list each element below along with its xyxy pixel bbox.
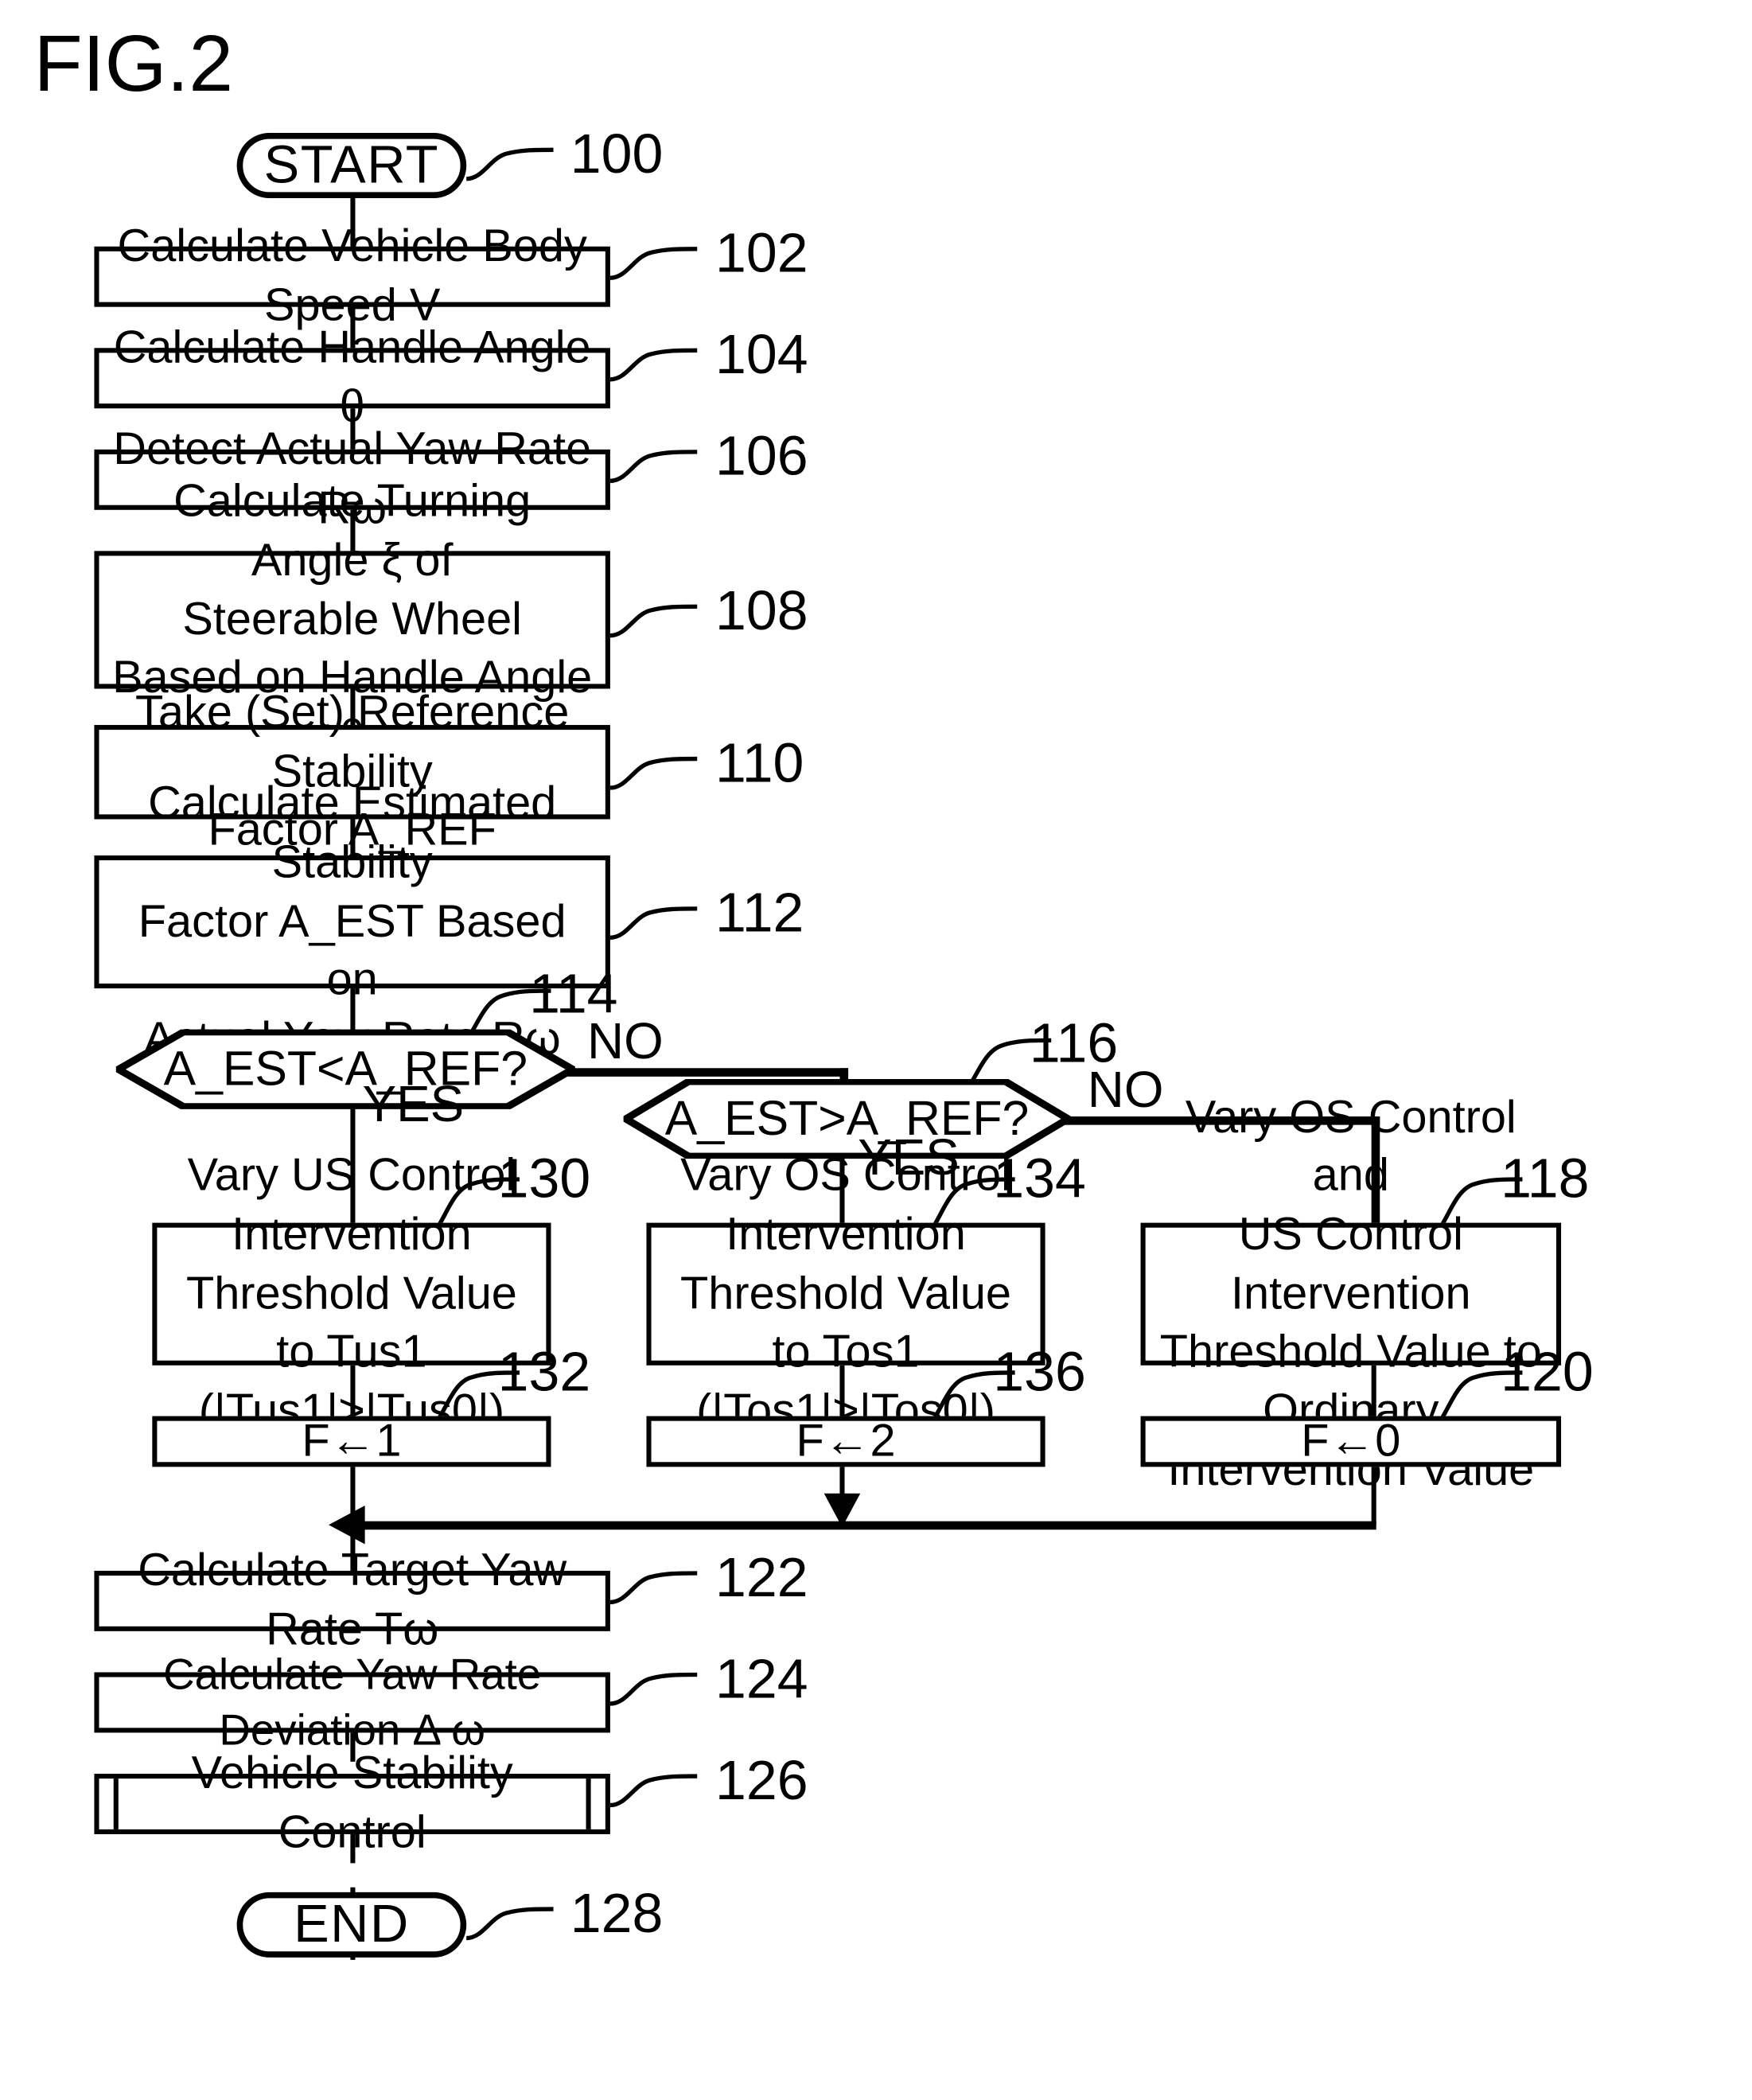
leader-126 <box>608 1769 717 1818</box>
leader-108 <box>608 599 717 648</box>
predefined-process-126-label: Vehicle Stability Control <box>191 1748 513 1859</box>
ref-134: 134 <box>993 1146 1086 1210</box>
ref-132: 132 <box>497 1339 591 1403</box>
ref-126: 126 <box>715 1748 808 1812</box>
diagram-canvas: FIG.2 START 100 Calculate Vehicle Body S… <box>0 0 1752 2100</box>
leader-112 <box>608 902 717 950</box>
process-108: Calculate Turning Angle ξ of Steerable W… <box>94 477 610 762</box>
decision-114: A_EST<A_REF? <box>115 1029 575 1109</box>
process-136: F←2 <box>646 1416 1045 1467</box>
process-122-label: Calculate Target Yaw Rate Tω <box>138 1545 567 1656</box>
leader-102 <box>608 242 717 290</box>
process-124-label: Calculate Yaw Rate Deviation Δ ω <box>163 1649 542 1755</box>
process-120-label: F←0 <box>1301 1416 1401 1467</box>
ref-106: 106 <box>715 423 808 487</box>
merge-arrow-down-icon <box>823 1493 861 1528</box>
leader-128 <box>464 1902 573 1950</box>
ref-120: 120 <box>1501 1339 1594 1403</box>
process-118: Vary OS Control and US Control Intervent… <box>1140 1092 1562 1495</box>
ref-130: 130 <box>497 1146 591 1210</box>
process-104: Calculate Handle Angle θ <box>94 323 610 433</box>
terminator-end-label: END <box>294 1894 410 1954</box>
ref-122: 122 <box>715 1545 808 1609</box>
process-134-label: Vary OS Control Intervention Threshold V… <box>680 1151 1012 1437</box>
terminator-start-label: START <box>263 135 440 195</box>
process-136-label: F←2 <box>796 1416 896 1467</box>
ref-100: 100 <box>570 122 664 185</box>
ref-112: 112 <box>715 880 804 944</box>
process-102-label: Calculate Vehicle Body Speed V <box>117 221 587 332</box>
process-132: F←1 <box>152 1416 551 1467</box>
process-130: Vary US Control Intervention Threshold V… <box>152 1151 551 1436</box>
decision-114-label: A_EST<A_REF? <box>163 1042 528 1096</box>
process-120: F←0 <box>1140 1416 1562 1467</box>
ref-136: 136 <box>993 1339 1086 1403</box>
process-124: Calculate Yaw Rate Deviation Δ ω <box>94 1650 610 1755</box>
figure-title: FIG.2 <box>33 18 234 108</box>
branch-label-116-no: NO <box>1087 1061 1164 1118</box>
predefined-process-126: Vehicle Stability Control <box>94 1749 610 1858</box>
leader-100 <box>464 142 573 191</box>
merge-rail <box>352 1521 1376 1530</box>
leader-110 <box>608 751 717 800</box>
leader-122 <box>608 1566 717 1615</box>
branch-label-114-no: NO <box>587 1012 664 1069</box>
ref-110: 110 <box>715 731 804 794</box>
ref-108: 108 <box>715 579 808 642</box>
terminator-start: START <box>236 133 467 199</box>
merge-arrow-left-icon <box>329 1505 365 1545</box>
leader-104 <box>608 343 717 392</box>
terminator-end: END <box>236 1892 467 1958</box>
ref-118: 118 <box>1501 1146 1590 1210</box>
process-122: Calculate Target Yaw Rate Tω <box>94 1546 610 1655</box>
ref-128: 128 <box>570 1881 664 1945</box>
leader-124 <box>608 1667 717 1716</box>
process-132-label: F←1 <box>302 1416 402 1467</box>
ref-104: 104 <box>715 322 808 386</box>
branch-label-116-yes: YES <box>858 1128 960 1186</box>
process-102: Calculate Vehicle Body Speed V <box>94 221 610 331</box>
ref-124: 124 <box>715 1646 808 1710</box>
leader-106 <box>608 445 717 493</box>
ref-102: 102 <box>715 220 808 284</box>
branch-label-114-yes: YES <box>362 1075 465 1132</box>
process-104-label: Calculate Handle Angle θ <box>113 322 591 433</box>
process-134: Vary OS Control Intervention Threshold V… <box>646 1151 1045 1436</box>
process-130-label: Vary US Control Intervention Threshold V… <box>185 1151 517 1437</box>
